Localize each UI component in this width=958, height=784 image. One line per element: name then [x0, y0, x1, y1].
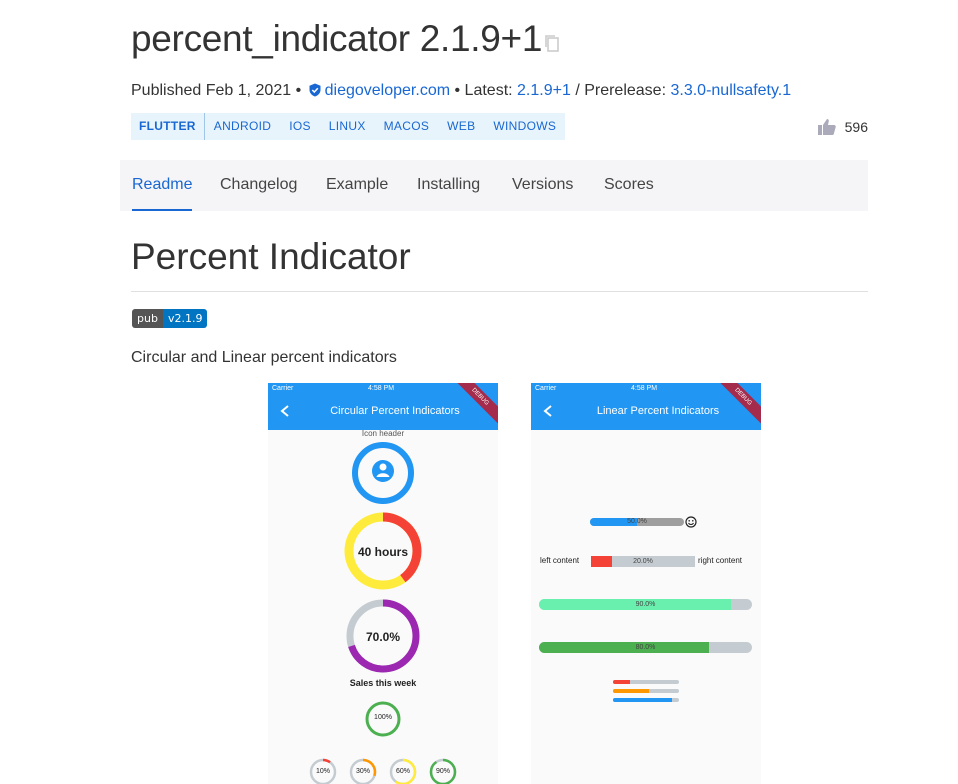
- person-icon: [372, 460, 394, 482]
- thumb-up-icon[interactable]: [817, 118, 837, 136]
- circular-indicators-screenshot: Carrier 4:58 PM Circular Percent Indicat…: [268, 383, 498, 784]
- tab-scores[interactable]: Scores: [604, 160, 654, 210]
- readme-title: Percent Indicator: [131, 236, 411, 277]
- divider: [131, 291, 868, 292]
- right-content-label: right content: [698, 556, 743, 565]
- likes-count: 596: [844, 119, 868, 135]
- tag-web[interactable]: WEB: [438, 113, 484, 140]
- linear-bar-80: 80.0%: [539, 642, 752, 653]
- package-meta: Published Feb 1, 2021 • diegoveloper.com…: [131, 82, 791, 100]
- ring-10-label: 10%: [315, 768, 330, 775]
- latest-version-link[interactable]: 2.1.9+1: [517, 82, 571, 99]
- copy-icon[interactable]: [544, 34, 560, 52]
- full-label: 100%: [374, 714, 392, 721]
- percent-label: 70.0%: [365, 630, 401, 644]
- badge-label: pub: [132, 309, 163, 328]
- tab-versions[interactable]: Versions: [512, 160, 573, 210]
- pub-version-badge[interactable]: pub v2.1.9: [132, 309, 208, 328]
- likes-counter[interactable]: 596: [817, 118, 868, 136]
- screen-title: Linear Percent Indicators: [596, 405, 720, 417]
- circular-indicators-canvas: [309, 442, 457, 784]
- tag-android[interactable]: ANDROID: [205, 113, 280, 140]
- multi-bar-blue-fill: [613, 698, 673, 702]
- publisher-link[interactable]: diegoveloper.com: [325, 82, 450, 99]
- tag-linux[interactable]: LINUX: [320, 113, 375, 140]
- platform-tags: FLUTTER ANDROID IOS LINUX MACOS WEB WIND…: [131, 113, 566, 140]
- prerelease-version-link[interactable]: 3.3.0-nullsafety.1: [670, 82, 791, 99]
- linear-bar-20: 20.0%: [591, 556, 695, 567]
- carrier-label: Carrier: [535, 385, 557, 392]
- published-date: Published Feb 1, 2021 •: [131, 82, 302, 99]
- badge-version: v2.1.9: [162, 309, 208, 328]
- status-time: 4:58 PM: [631, 385, 658, 392]
- ring-60-label: 60%: [395, 768, 410, 775]
- linear-bar-50: 50.0%: [590, 518, 684, 526]
- readme-description: Circular and Linear percent indicators: [131, 349, 397, 366]
- prerelease-label: / Prerelease:: [575, 82, 667, 99]
- linear-bar-50-label: 50.0%: [627, 518, 647, 525]
- multi-bar-red: [613, 680, 679, 684]
- sales-label: Sales this week: [349, 678, 417, 688]
- ring-90-label: 90%: [435, 768, 450, 775]
- left-content-label: left content: [540, 556, 580, 565]
- multi-bar-orange: [613, 689, 679, 693]
- multi-bar-blue: [613, 698, 679, 702]
- linear-indicators-screenshot: Carrier 4:58 PM Linear Percent Indicator…: [531, 383, 761, 784]
- tag-macos[interactable]: MACOS: [375, 113, 439, 140]
- tab-changelog[interactable]: Changelog: [220, 160, 297, 210]
- hours-label: 40 hours: [357, 545, 408, 559]
- tab-installing[interactable]: Installing: [417, 160, 480, 210]
- package-title: percent_indicator 2.1.9+1: [131, 18, 543, 59]
- tab-readme[interactable]: Readme: [132, 160, 193, 211]
- ring-30-label: 30%: [355, 768, 370, 775]
- smiley-icon: [685, 516, 697, 528]
- linear-bar-90: 90.0%: [539, 599, 752, 610]
- latest-label: • Latest:: [454, 82, 513, 99]
- verified-publisher-icon: [309, 83, 321, 97]
- linear-bar-20-label: 20.0%: [633, 558, 653, 565]
- tag-ios[interactable]: IOS: [280, 113, 320, 140]
- detail-tabs: Readme Changelog Example Installing Vers…: [120, 160, 868, 211]
- multi-bar-orange-fill: [613, 689, 650, 693]
- multi-bar-red-fill: [613, 680, 630, 684]
- linear-bar-90-label: 90.0%: [635, 601, 656, 608]
- linear-bar-80-label: 80.0%: [635, 644, 656, 651]
- tab-example[interactable]: Example: [326, 160, 388, 210]
- tag-windows[interactable]: WINDOWS: [484, 113, 565, 140]
- app-bar: Carrier 4:58 PM Linear Percent Indicator…: [531, 383, 761, 430]
- tag-flutter[interactable]: FLUTTER: [131, 113, 205, 140]
